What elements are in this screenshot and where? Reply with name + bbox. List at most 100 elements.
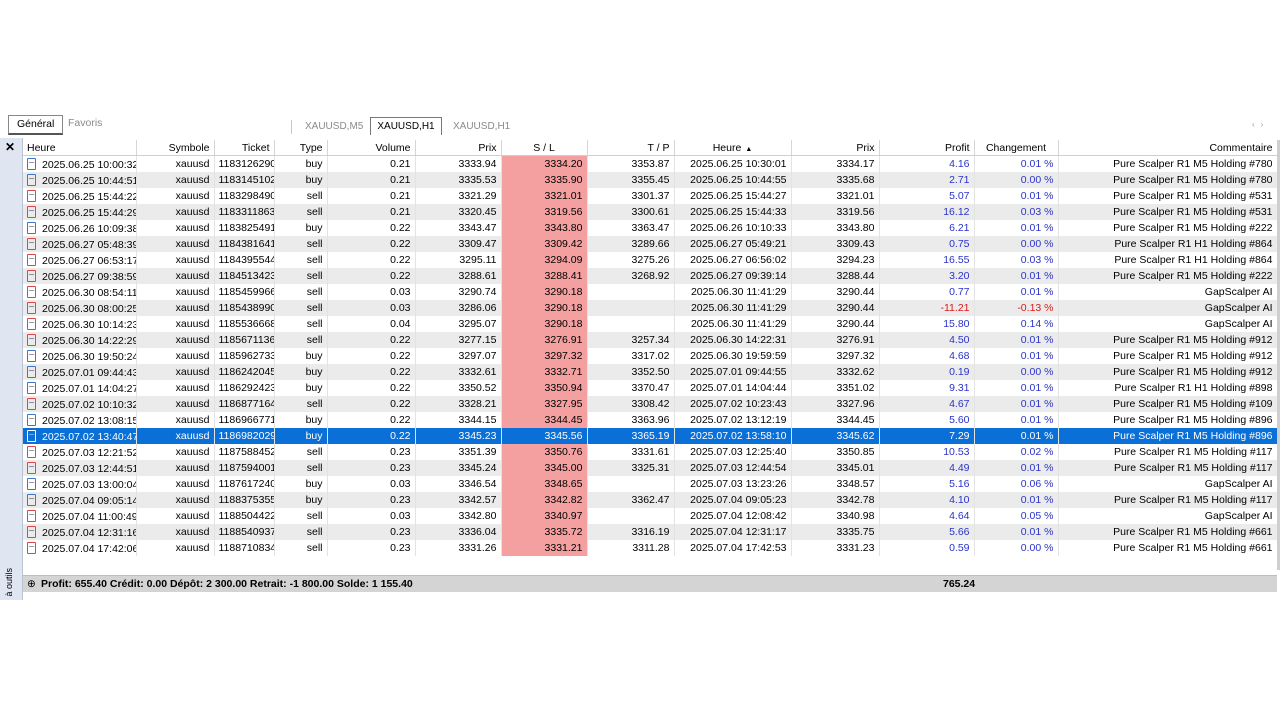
cell-tp: 3370.47 bbox=[587, 380, 675, 396]
cell-symbol: xauusd bbox=[136, 155, 215, 172]
cell-tp: 3301.37 bbox=[587, 188, 675, 204]
open-time-text: 2025.06.25 10:44:51 bbox=[42, 174, 136, 187]
cell-close-time: 2025.06.30 11:41:29 bbox=[674, 300, 792, 316]
table-row[interactable]: 2025.06.26 10:09:38 xauusd 1183825491 buy 0.… bbox=[23, 220, 1278, 236]
cell-comment: GapScalper AI bbox=[1058, 300, 1278, 316]
table-row[interactable]: 2025.07.04 11:00:49 xauusd 1188504422 sell 0… bbox=[23, 508, 1278, 524]
trade-document-icon bbox=[27, 541, 36, 554]
cell-tp: 3363.47 bbox=[587, 220, 675, 236]
cell-close-price: 3290.44 bbox=[791, 316, 880, 332]
cell-tp bbox=[587, 300, 675, 316]
table-row[interactable]: 2025.07.01 14:04:27 xauusd 1186292423 buy 0.… bbox=[23, 380, 1278, 396]
cell-open-time: 2025.07.04 11:00:49 bbox=[23, 508, 137, 524]
chart-tab-xauusd-h1[interactable]: XAUUSD,H1 bbox=[453, 119, 510, 134]
col-open-price[interactable]: Prix bbox=[415, 140, 502, 156]
cell-comment: GapScalper AI bbox=[1058, 508, 1278, 524]
cell-symbol: xauusd bbox=[136, 332, 215, 348]
table-row[interactable]: 2025.06.30 10:14:23 xauusd 1185536668 sell 0… bbox=[23, 316, 1278, 332]
plus-circle-icon[interactable]: ⊕ bbox=[27, 576, 36, 592]
col-close-price[interactable]: Prix bbox=[791, 140, 880, 156]
tab-strip: Général Favoris XAUUSD,M5 XAUUSD,H1 XAUU… bbox=[0, 112, 1280, 138]
cell-symbol: xauusd bbox=[136, 508, 215, 524]
col-ticket[interactable]: Ticket bbox=[214, 140, 275, 156]
col-sl[interactable]: S / L bbox=[501, 140, 588, 156]
cell-profit: 4.68 bbox=[879, 348, 975, 364]
cell-symbol: xauusd bbox=[136, 348, 215, 364]
cell-symbol: xauusd bbox=[136, 188, 215, 204]
table-row[interactable]: 2025.07.01 09:44:43 xauusd 1186242045 buy 0.… bbox=[23, 364, 1278, 380]
close-icon[interactable]: ✕ bbox=[5, 140, 15, 154]
cell-symbol: xauusd bbox=[136, 364, 215, 380]
table-row[interactable]: 2025.06.25 15:44:29 xauusd 1183311863 sell 0… bbox=[23, 204, 1278, 220]
cell-profit: 5.16 bbox=[879, 476, 975, 492]
summary-text: Profit: 655.40 Crédit: 0.00 Dépôt: 2 300… bbox=[41, 578, 413, 590]
col-change[interactable]: Changement bbox=[974, 140, 1059, 156]
cell-volume: 0.03 bbox=[327, 476, 416, 492]
table-row[interactable]: 2025.07.02 10:10:32 xauusd 1186877164 sell 0… bbox=[23, 396, 1278, 412]
open-time-text: 2025.07.01 09:44:43 bbox=[42, 366, 136, 379]
trade-document-icon bbox=[27, 237, 36, 250]
cell-sl: 3345.00 bbox=[501, 460, 588, 476]
cell-volume: 0.22 bbox=[327, 236, 416, 252]
chart-tab-xauusd-m5[interactable]: XAUUSD,M5 bbox=[305, 119, 363, 134]
tab-favoris[interactable]: Favoris bbox=[60, 115, 110, 132]
cell-comment: Pure Scalper R1 H1 Holding #864 bbox=[1058, 252, 1278, 268]
cell-volume: 0.23 bbox=[327, 492, 416, 508]
table-row[interactable]: 2025.06.27 09:38:59 xauusd 1184513423 sell 0… bbox=[23, 268, 1278, 284]
table-row[interactable]: 2025.07.03 12:21:52 xauusd 1187588452 sell 0… bbox=[23, 444, 1278, 460]
cell-close-price: 3334.17 bbox=[791, 155, 880, 172]
col-close-time[interactable]: Heure ▲ bbox=[674, 140, 792, 156]
table-row[interactable]: 2025.07.03 13:00:04 xauusd 1187617240 buy 0.… bbox=[23, 476, 1278, 492]
table-row[interactable]: 2025.07.02 13:40:47 xauusd 1186982029 buy 0.… bbox=[23, 428, 1278, 444]
trade-history-table: Heure Symbole Ticket Type Volume Prix S … bbox=[23, 140, 1278, 556]
cell-change: 0.01 % bbox=[974, 332, 1059, 348]
cell-tp: 3317.02 bbox=[587, 348, 675, 364]
col-open-time[interactable]: Heure bbox=[23, 140, 137, 156]
cell-comment: Pure Scalper R1 M5 Holding #222 bbox=[1058, 220, 1278, 236]
open-time-text: 2025.07.03 12:21:52 bbox=[42, 446, 136, 459]
table-row[interactable]: 2025.07.04 17:42:06 xauusd 1188710834 sell 0… bbox=[23, 540, 1278, 556]
cell-open-time: 2025.07.04 17:42:06 bbox=[23, 540, 137, 556]
table-row[interactable]: 2025.07.03 12:44:51 xauusd 1187594001 sell 0… bbox=[23, 460, 1278, 476]
cell-open-time: 2025.06.30 08:54:11 bbox=[23, 284, 137, 300]
table-header: Heure Symbole Ticket Type Volume Prix S … bbox=[23, 140, 1278, 156]
cell-change: -0.13 % bbox=[974, 300, 1059, 316]
cell-ticket: 1184513423 bbox=[214, 268, 275, 284]
open-time-text: 2025.06.30 14:22:29 bbox=[42, 334, 136, 347]
table-row[interactable]: 2025.06.30 19:50:24 xauusd 1185962733 buy 0.… bbox=[23, 348, 1278, 364]
tab-scroll-arrows-icon[interactable]: ‹› bbox=[1252, 120, 1269, 129]
col-profit[interactable]: Profit bbox=[879, 140, 975, 156]
cell-change: 0.01 % bbox=[974, 220, 1059, 236]
cell-type: buy bbox=[274, 220, 328, 236]
cell-tp: 3325.31 bbox=[587, 460, 675, 476]
cell-ticket: 1186966771 bbox=[214, 412, 275, 428]
col-comment[interactable]: Commentaire bbox=[1058, 140, 1278, 156]
col-volume[interactable]: Volume bbox=[327, 140, 416, 156]
cell-change: 0.01 % bbox=[974, 412, 1059, 428]
table-row[interactable]: 2025.06.30 08:54:11 xauusd 1185459966 sell 0… bbox=[23, 284, 1278, 300]
table-row[interactable]: 2025.06.25 15:44:22 xauusd 1183298490 sell 0… bbox=[23, 188, 1278, 204]
cell-symbol: xauusd bbox=[136, 460, 215, 476]
cell-change: 0.05 % bbox=[974, 508, 1059, 524]
table-row[interactable]: 2025.06.27 05:48:39 xauusd 1184381641 sell 0… bbox=[23, 236, 1278, 252]
table-row[interactable]: 2025.06.30 08:00:25 xauusd 1185438990 sell 0… bbox=[23, 300, 1278, 316]
table-row[interactable]: 2025.06.27 06:53:17 xauusd 1184395544 sell 0… bbox=[23, 252, 1278, 268]
col-symbol[interactable]: Symbole bbox=[136, 140, 215, 156]
table-row[interactable]: 2025.06.30 14:22:29 xauusd 1185671136 sell 0… bbox=[23, 332, 1278, 348]
cell-ticket: 1183145102 bbox=[214, 172, 275, 188]
cell-symbol: xauusd bbox=[136, 524, 215, 540]
table-row[interactable]: 2025.06.25 10:00:32 xauusd 1183126290 buy 0.… bbox=[23, 155, 1278, 172]
chart-tab-xauusd-h1-active[interactable]: XAUUSD,H1 bbox=[370, 117, 442, 135]
table-row[interactable]: 2025.07.02 13:08:15 xauusd 1186966771 buy 0.… bbox=[23, 412, 1278, 428]
tab-general[interactable]: Général bbox=[8, 115, 64, 135]
trade-document-icon bbox=[27, 397, 36, 410]
cell-ticket: 1188540937 bbox=[214, 524, 275, 540]
table-row[interactable]: 2025.07.04 12:31:16 xauusd 1188540937 sell 0… bbox=[23, 524, 1278, 540]
cell-symbol: xauusd bbox=[136, 252, 215, 268]
table-row[interactable]: 2025.07.04 09:05:14 xauusd 1188375355 buy 0.… bbox=[23, 492, 1278, 508]
col-tp[interactable]: T / P bbox=[587, 140, 675, 156]
cell-close-time: 2025.06.27 05:49:21 bbox=[674, 236, 792, 252]
table-row[interactable]: 2025.06.25 10:44:51 xauusd 1183145102 buy 0.… bbox=[23, 172, 1278, 188]
col-type[interactable]: Type bbox=[274, 140, 328, 156]
cell-tp: 3365.19 bbox=[587, 428, 675, 444]
